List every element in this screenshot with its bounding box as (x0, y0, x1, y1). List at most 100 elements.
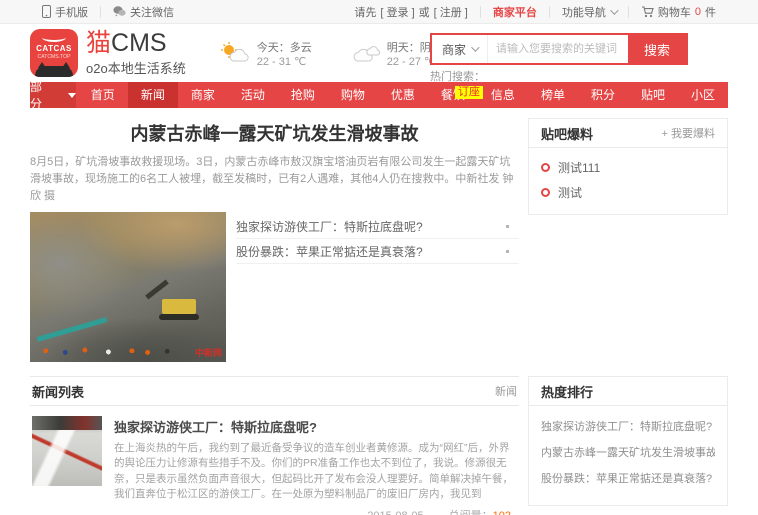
or-text: 或 (418, 6, 430, 19)
search-button[interactable]: 搜索 (628, 35, 686, 63)
merchant-platform-link[interactable]: 商家平台 (481, 0, 549, 23)
hot-ranking-list: 独家探访游侠工厂：特斯拉底盘呢? 内蒙古赤峰一露天矿坑发生滑坡事故 股份暴跌：苹… (529, 406, 727, 505)
bullet-icon (506, 224, 509, 228)
register-link[interactable]: [ 注册 ] (434, 4, 468, 20)
search-category-value: 商家 (441, 42, 466, 57)
news-views-count: 102 (493, 510, 511, 515)
weather-today-label: 今天：多云 (256, 41, 312, 54)
weather-tomorrow-temp: 22 - 27 ℃ (386, 55, 437, 68)
cart-label: 购物车 (657, 6, 691, 19)
weather-tomorrow-label: 明天：阴 (386, 41, 431, 54)
topbar-right: 请先 [ 登录 ] 或 [ 注册 ] 商家平台 功能导航 购物车 0 件 (342, 0, 728, 23)
mobile-version-label: 手机版 (55, 6, 88, 19)
news-list-section: 新闻列表 新闻 独家探访游侠工厂：特斯拉底盘呢? 在上海炎热的午后，我约到了最近… (30, 376, 519, 515)
nav-items: 首页 新闻 商家 活动 抢购 购物 优惠 餐饮 信息 榜单 积分 贴吧 小区 (78, 82, 728, 108)
follow-wechat-label: 关注微信 (130, 6, 174, 19)
red-ring-icon (541, 188, 550, 197)
rank-item[interactable]: 内蒙古赤峰一露天矿坑发生滑坡事故 (541, 441, 715, 467)
nav-item-activities[interactable]: 活动 (228, 82, 278, 108)
search-input[interactable] (488, 35, 628, 63)
weather-today-temp: 22 - 31 ℃ (256, 55, 307, 68)
weather-today: 今天：多云 22 - 31 ℃ (220, 39, 312, 68)
related-links: 独家探访游侠工厂：特斯拉底盘呢? 股份暴跌：苹果正常掂还是真衰落? (236, 212, 519, 362)
news-list-header: 新闻列表 新闻 (30, 377, 519, 407)
login-link[interactable]: [ 登录 ] (380, 4, 414, 20)
nav-item-shopping[interactable]: 购物 (328, 82, 378, 108)
article-column: 内蒙古赤峰一露天矿坑发生滑坡事故 8月5日，矿坑滑坡事故救援现场。3日，内蒙古赤… (30, 110, 519, 363)
related-link-text: 股份暴跌：苹果正常掂还是真衰落? (236, 244, 423, 259)
image-watermark: 中新网 (194, 348, 222, 359)
wechat-icon (113, 6, 126, 17)
nav-item-points[interactable]: 积分 (578, 82, 628, 108)
cloud-icon (350, 42, 380, 64)
tieba-box: 贴吧爆料 + 我要爆料 测试111 测试 (528, 118, 728, 215)
nav-item-coupons[interactable]: 优惠 (378, 82, 428, 108)
second-row: 新闻列表 新闻 独家探访游侠工厂：特斯拉底盘呢? 在上海炎热的午后，我约到了最近… (30, 376, 728, 515)
tieba-list: 测试111 测试 (529, 148, 727, 214)
sidebar-bottom: 热度排行 独家探访游侠工厂：特斯拉底盘呢? 内蒙古赤峰一露天矿坑发生滑坡事故 股… (528, 376, 728, 515)
search-category-dropdown[interactable]: 商家 (432, 35, 488, 63)
rank-item[interactable]: 独家探访游侠工厂：特斯拉底盘呢? (541, 415, 715, 441)
nav-item-flash-buy[interactable]: 抢购 (278, 82, 328, 108)
nav-item-news[interactable]: 新闻 (127, 82, 178, 108)
weather-today-text: 今天：多云 22 - 31 ℃ (257, 39, 312, 68)
features-nav-dropdown[interactable]: 功能导航 (550, 0, 628, 23)
article-body: 8月5日，矿坑滑坡事故救援现场。3日，内蒙古赤峰市敖汉旗宝塔油页岩有限公司发生一… (30, 156, 514, 203)
site-name-block: 猫CMS o2o本地生活系统 (86, 30, 186, 77)
topbar-left: 手机版 关注微信 (30, 0, 186, 23)
nav-item-merchants[interactable]: 商家 (178, 82, 228, 108)
all-categories-button[interactable]: 全部分类 (30, 63, 76, 128)
nav-item-info[interactable]: 信息 (478, 82, 528, 108)
sidebar: 贴吧爆料 + 我要爆料 测试111 测试 (528, 110, 728, 362)
rank-item[interactable]: 股份暴跌：苹果正常掂还是真衰落? (541, 467, 715, 493)
news-more-link[interactable]: 新闻 (495, 383, 517, 399)
hot-ranking-header: 热度排行 (529, 377, 727, 407)
related-link[interactable]: 独家探访游侠工厂：特斯拉底盘呢? (236, 214, 519, 240)
hot-search-tag[interactable]: 订座 (455, 86, 483, 99)
sun-cloud-icon (220, 42, 250, 64)
site-logo[interactable]: CATCAS CATCMS.TOP (30, 29, 78, 77)
cart-link[interactable]: 购物车 0 件 (629, 0, 728, 23)
site-title: 猫CMS (86, 30, 186, 56)
cart-icon (641, 5, 654, 18)
login-prefix: 请先 (354, 6, 377, 19)
chevron-down-icon (471, 43, 480, 52)
excavator-shape (159, 299, 199, 321)
tieba-item-text: 测试 (558, 186, 583, 200)
weather-tomorrow: 明天：阴 22 - 27 ℃ (350, 39, 437, 68)
tieba-box-header: 贴吧爆料 + 我要爆料 (529, 119, 727, 148)
article-image[interactable]: 中新网 (30, 212, 226, 363)
news-thumbnail-car-chassis[interactable] (32, 416, 102, 487)
bullet-icon (506, 249, 509, 253)
logo-domain: CATCMS.TOP (37, 54, 71, 60)
logo-text: CATCAS (36, 44, 72, 53)
weather-tomorrow-text: 明天：阴 22 - 27 ℃ (387, 39, 437, 68)
site-title-red: 猫 (86, 28, 112, 57)
nav-item-rankings[interactable]: 榜单 (528, 82, 578, 108)
tieba-box-title: 贴吧爆料 (541, 126, 594, 142)
hot-search-label: 热门搜索： (430, 71, 485, 83)
related-link[interactable]: 股份暴跌：苹果正常掂还是真衰落? (236, 239, 519, 265)
tieba-item[interactable]: 测试 (541, 180, 715, 205)
news-item-title[interactable]: 独家探访游侠工厂：特斯拉底盘呢? (114, 417, 517, 436)
weather-widget: 今天：多云 22 - 31 ℃ 明天：阴 22 - 27 ℃ (220, 39, 437, 68)
follow-wechat-link[interactable]: 关注微信 (101, 0, 186, 23)
top-utility-bar: 手机版 关注微信 请先 [ 登录 ] 或 [ 注册 ] 商家平台 功能导航 购物… (0, 0, 758, 24)
main-content: 内蒙古赤峰一露天矿坑发生滑坡事故 8月5日，矿坑滑坡事故救援现场。3日，内蒙古赤… (30, 110, 728, 515)
news-item-excerpt: 在上海炎热的午后，我约到了最近备受争议的造车创业者黄修源。成为“网红”后，外界的… (114, 442, 513, 500)
news-item-date: 2015-08-05 (367, 510, 423, 515)
news-item-meta: 2015-08-05 总阅量：102 (114, 507, 517, 515)
caret-down-icon (67, 92, 76, 98)
post-tieba-link[interactable]: + 我要爆料 (662, 125, 715, 141)
news-list-title: 新闻列表 (32, 384, 85, 400)
red-ring-icon (541, 163, 550, 172)
nav-item-home[interactable]: 首页 (78, 82, 128, 108)
news-item: 独家探访游侠工厂：特斯拉底盘呢? 在上海炎热的午后，我约到了最近备受争议的造车创… (30, 406, 519, 515)
nav-item-community[interactable]: 小区 (678, 82, 728, 108)
pipeline-shape (36, 317, 108, 342)
tieba-item[interactable]: 测试111 (541, 155, 715, 180)
cart-unit: 件 (705, 6, 716, 19)
nav-item-tieba[interactable]: 贴吧 (628, 82, 678, 108)
main-nav: 全部分类 首页 新闻 商家 活动 抢购 购物 优惠 餐饮 信息 榜单 积分 贴吧… (30, 63, 728, 128)
mobile-version-link[interactable]: 手机版 (30, 0, 100, 23)
